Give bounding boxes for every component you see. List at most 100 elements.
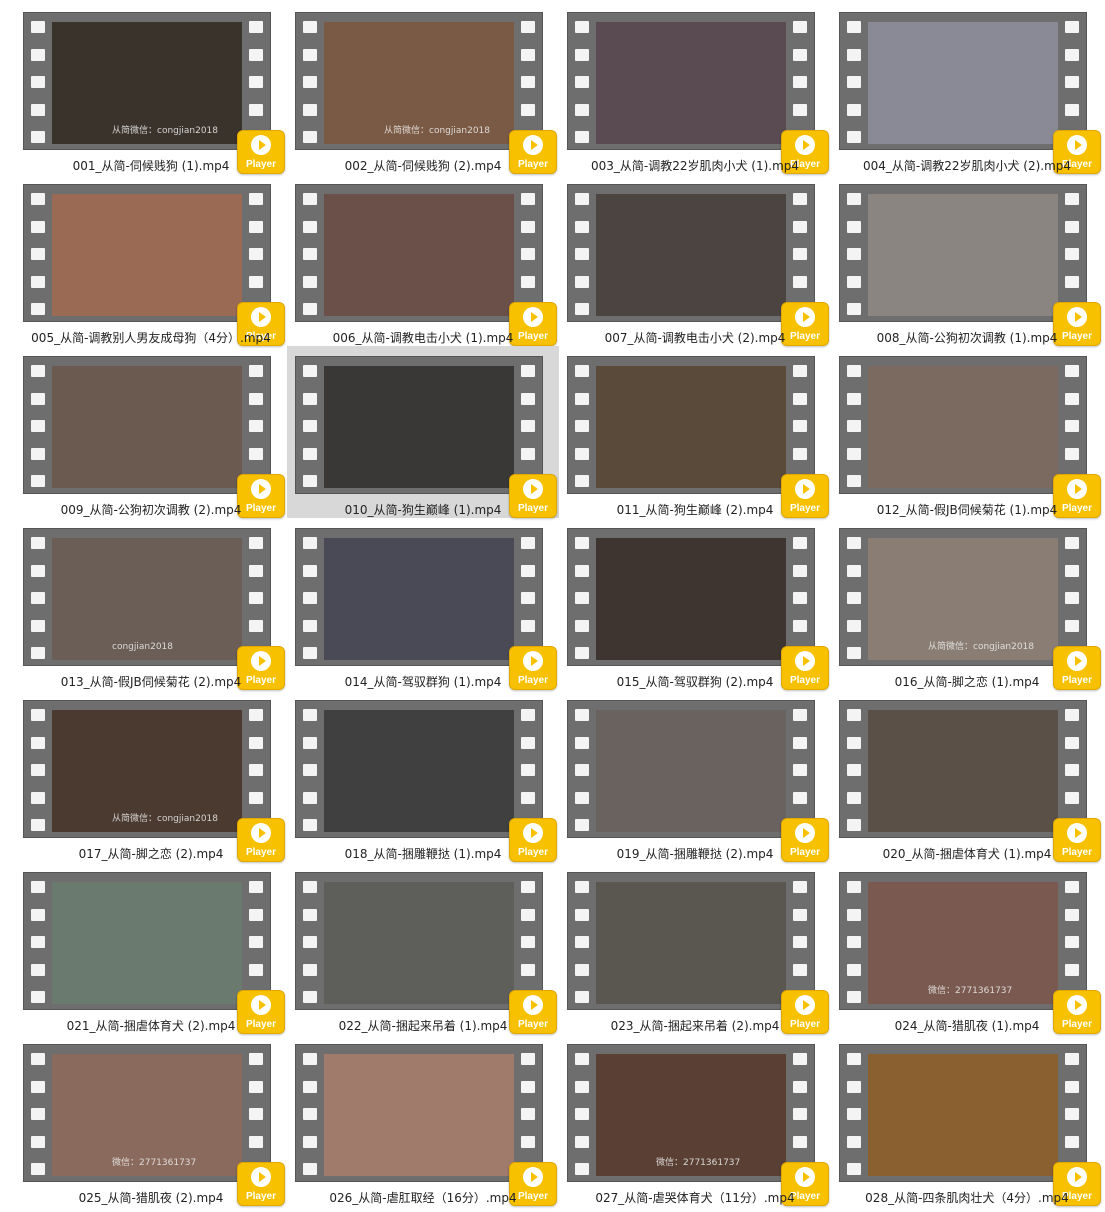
file-name[interactable]: 013_从简-假JB伺候菊花 (2).mp4 [15,673,287,690]
file-tile[interactable]: Player 019_从简-捆雕鞭挞 (2).mp4 [559,690,831,862]
video-thumbnail[interactable]: 从简微信：congjian2018 [839,528,1087,666]
video-thumbnail[interactable] [295,700,543,838]
film-perforations-left [572,537,592,659]
video-thumbnail[interactable] [839,356,1087,494]
file-name[interactable]: 008_从简-公狗初次调教 (1).mp4 [831,329,1103,346]
file-name[interactable]: 015_从简-驾驭群狗 (2).mp4 [559,673,831,690]
file-tile[interactable]: Player 005_从简-调教别人男友成母狗（4分）.mp4 [15,174,287,346]
video-thumbnail[interactable] [23,872,271,1010]
file-tile[interactable]: Player 014_从简-驾驭群狗 (1).mp4 [287,518,559,690]
file-tile[interactable]: Player 006_从简-调教电击小犬 (1).mp4 [287,174,559,346]
file-name[interactable]: 010_从简-狗生巅峰 (1).mp4 [287,501,559,518]
video-thumbnail[interactable] [839,1044,1087,1182]
file-name[interactable]: 018_从简-捆雕鞭挞 (1).mp4 [287,845,559,862]
file-tile[interactable]: Player 007_从简-调教电击小犬 (2).mp4 [559,174,831,346]
film-perforations-right [1062,709,1082,831]
video-thumbnail[interactable] [295,1044,543,1182]
file-tile[interactable]: Player 023_从简-捆起来吊着 (2).mp4 [559,862,831,1034]
file-name[interactable]: 017_从简-脚之恋 (2).mp4 [15,845,287,862]
thumbnail-watermark: 微信：2771361737 [112,1158,197,1168]
file-tile[interactable]: Player 004_从简-调教22岁肌肉小犬 (2).mp4 [831,2,1103,174]
video-thumbnail[interactable] [295,184,543,322]
video-thumbnail[interactable] [839,12,1087,150]
film-perforations-right [790,881,810,1003]
file-name[interactable]: 001_从简-伺候贱狗 (1).mp4 [15,157,287,174]
file-name[interactable]: 025_从简-猎肌夜 (2).mp4 [15,1189,287,1206]
play-icon [251,1167,271,1187]
file-tile[interactable]: Player 022_从简-捆起来吊着 (1).mp4 [287,862,559,1034]
file-name[interactable]: 028_从简-四条肌肉壮犬（4分）.mp4 [831,1189,1103,1206]
file-tile[interactable]: Player 026_从简-虐肛取经（16分）.mp4 [287,1034,559,1206]
file-name[interactable]: 019_从简-捆雕鞭挞 (2).mp4 [559,845,831,862]
file-name[interactable]: 014_从简-驾驭群狗 (1).mp4 [287,673,559,690]
video-thumbnail[interactable] [295,872,543,1010]
file-tile[interactable]: 微信：2771361737 Player 027_从简-虐哭体育犬（11分）.m… [559,1034,831,1206]
file-tile[interactable]: 从简微信：congjian2018 Player 016_从简-脚之恋 (1).… [831,518,1103,690]
file-tile[interactable]: 微信：2771361737 Player 024_从简-猎肌夜 (1).mp4 [831,862,1103,1034]
video-thumbnail[interactable] [567,12,815,150]
video-thumbnail[interactable]: 微信：2771361737 [23,1044,271,1182]
file-name[interactable]: 007_从简-调教电击小犬 (2).mp4 [559,329,831,346]
file-name[interactable]: 011_从简-狗生巅峰 (2).mp4 [559,501,831,518]
video-thumbnail[interactable]: 微信：2771361737 [567,1044,815,1182]
video-thumbnail[interactable]: 微信：2771361737 [839,872,1087,1010]
file-name[interactable]: 012_从简-假JB伺候菊花 (1).mp4 [831,501,1103,518]
play-icon [1067,651,1087,671]
file-tile[interactable]: congjian2018 Player 013_从简-假JB伺候菊花 (2).m… [15,518,287,690]
video-thumbnail[interactable]: 从简微信：congjian2018 [23,700,271,838]
file-name[interactable]: 016_从简-脚之恋 (1).mp4 [831,673,1103,690]
file-tile[interactable]: 从简微信：congjian2018 Player 017_从简-脚之恋 (2).… [15,690,287,862]
video-thumbnail[interactable] [567,872,815,1010]
file-tile[interactable]: Player 018_从简-捆雕鞭挞 (1).mp4 [287,690,559,862]
file-tile[interactable]: Player 011_从简-狗生巅峰 (2).mp4 [559,346,831,518]
file-tile[interactable]: Player 021_从简-捆虐体育犬 (2).mp4 [15,862,287,1034]
file-name[interactable]: 002_从简-伺候贱狗 (2).mp4 [287,157,559,174]
video-thumbnail[interactable] [567,700,815,838]
file-name[interactable]: 009_从简-公狗初次调教 (2).mp4 [15,501,287,518]
thumbnail-watermark: 从简微信：congjian2018 [928,642,1034,652]
film-perforations-left [572,881,592,1003]
video-thumbnail[interactable] [839,184,1087,322]
thumbnail-frame [324,1054,514,1176]
thumbnail-watermark: congjian2018 [112,642,173,652]
thumbnail-frame [868,366,1058,488]
video-thumbnail[interactable] [567,184,815,322]
file-tile[interactable]: Player 003_从简-调教22岁肌肉小犬 (1).mp4 [559,2,831,174]
video-thumbnail[interactable] [23,356,271,494]
file-tile[interactable]: Player 028_从简-四条肌肉壮犬（4分）.mp4 [831,1034,1103,1206]
video-thumbnail[interactable] [23,184,271,322]
file-name[interactable]: 020_从简-捆虐体育犬 (1).mp4 [831,845,1103,862]
file-name[interactable]: 022_从简-捆起来吊着 (1).mp4 [287,1017,559,1034]
file-name[interactable]: 006_从简-调教电击小犬 (1).mp4 [287,329,559,346]
file-tile[interactable]: Player 009_从简-公狗初次调教 (2).mp4 [15,346,287,518]
video-thumbnail[interactable] [567,528,815,666]
file-name[interactable]: 023_从简-捆起来吊着 (2).mp4 [559,1017,831,1034]
video-thumbnail[interactable]: 从简微信：congjian2018 [23,12,271,150]
file-tile[interactable]: 微信：2771361737 Player 025_从简-猎肌夜 (2).mp4 [15,1034,287,1206]
file-name[interactable]: 024_从简-猎肌夜 (1).mp4 [831,1017,1103,1034]
file-tile[interactable]: 从简微信：congjian2018 Player 002_从简-伺候贱狗 (2)… [287,2,559,174]
video-thumbnail[interactable] [839,700,1087,838]
film-perforations-left [28,881,48,1003]
video-thumbnail[interactable]: congjian2018 [23,528,271,666]
thumbnail-frame [324,366,514,488]
video-thumbnail[interactable] [295,356,543,494]
file-tile[interactable]: Player 010_从简-狗生巅峰 (1).mp4 [287,346,559,518]
file-name[interactable]: 026_从简-虐肛取经（16分）.mp4 [287,1189,559,1206]
file-tile[interactable]: Player 015_从简-驾驭群狗 (2).mp4 [559,518,831,690]
video-thumbnail[interactable] [295,528,543,666]
file-name[interactable]: 004_从简-调教22岁肌肉小犬 (2).mp4 [831,157,1103,174]
film-perforations-right [518,1053,538,1175]
file-name[interactable]: 027_从简-虐哭体育犬（11分）.mp4 [559,1189,831,1206]
file-name[interactable]: 005_从简-调教别人男友成母狗（4分）.mp4 [15,329,287,346]
video-thumbnail[interactable]: 从简微信：congjian2018 [295,12,543,150]
video-thumbnail[interactable] [567,356,815,494]
film-perforations-right [246,193,266,315]
file-name[interactable]: 021_从简-捆虐体育犬 (2).mp4 [15,1017,287,1034]
film-perforations-right [1062,537,1082,659]
file-tile[interactable]: Player 020_从简-捆虐体育犬 (1).mp4 [831,690,1103,862]
file-tile[interactable]: 从简微信：congjian2018 Player 001_从简-伺候贱狗 (1)… [15,2,287,174]
file-tile[interactable]: Player 012_从简-假JB伺候菊花 (1).mp4 [831,346,1103,518]
file-tile[interactable]: Player 008_从简-公狗初次调教 (1).mp4 [831,174,1103,346]
file-name[interactable]: 003_从简-调教22岁肌肉小犬 (1).mp4 [559,157,831,174]
